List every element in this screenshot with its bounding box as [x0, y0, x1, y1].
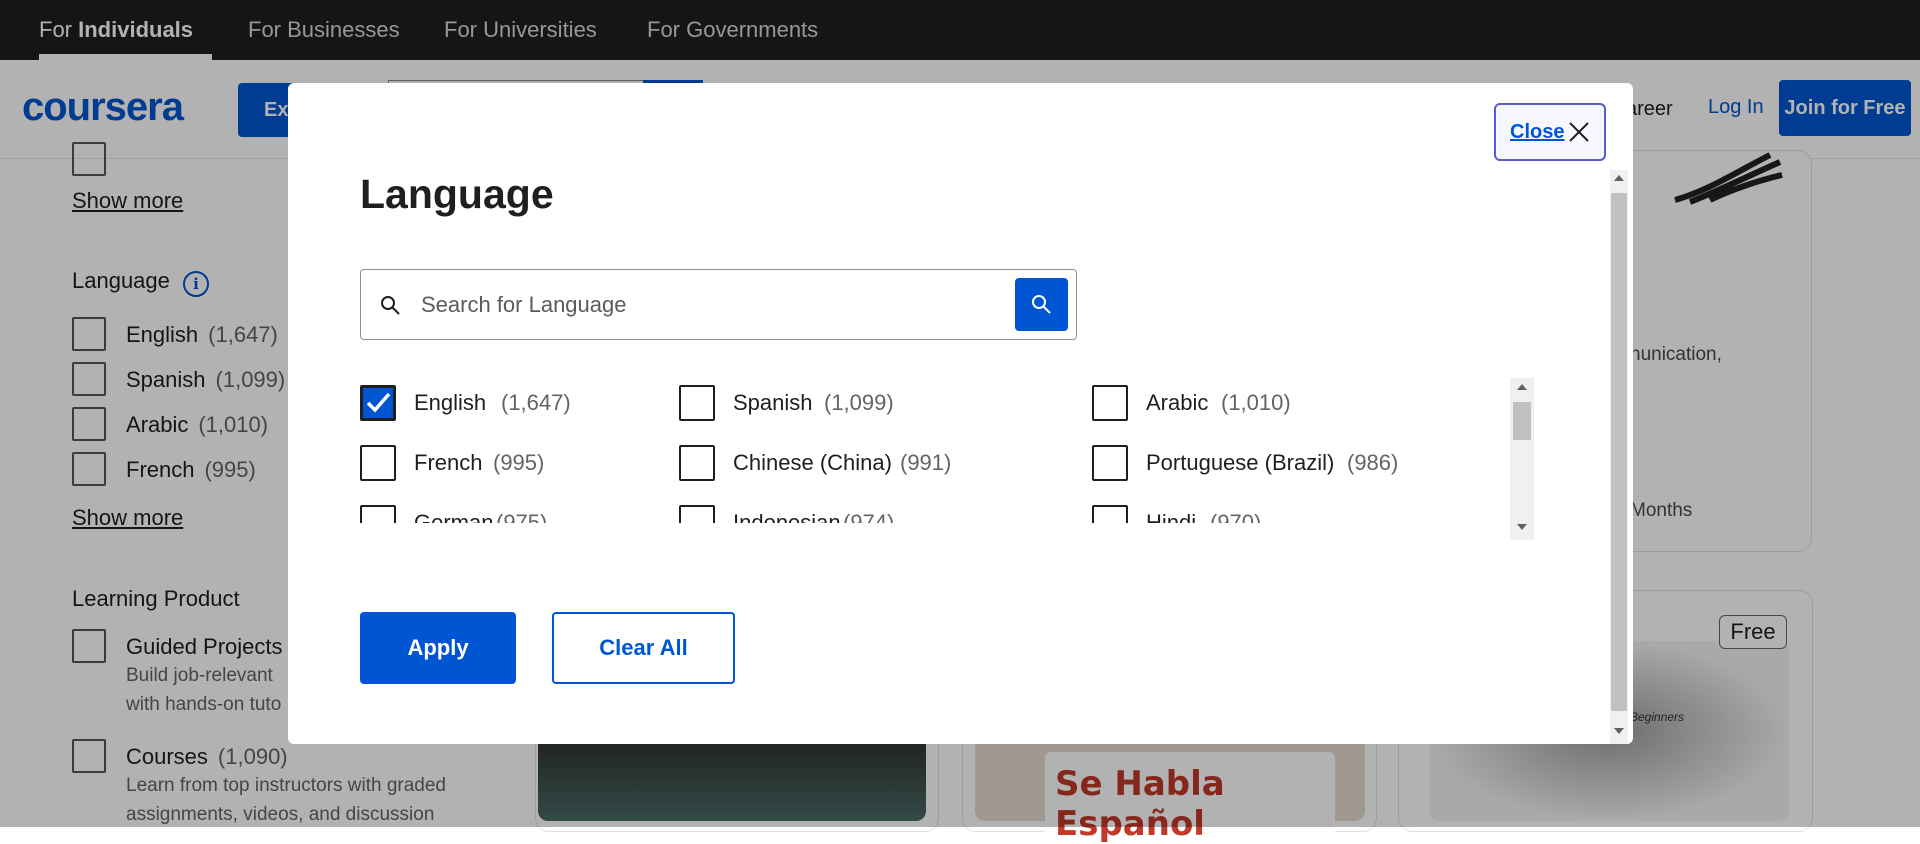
- checkbox[interactable]: [679, 445, 715, 481]
- checkbox[interactable]: [360, 445, 396, 481]
- checkbox[interactable]: [1092, 445, 1128, 481]
- language-filter-modal: Close Language English: [288, 83, 1633, 744]
- language-search-box: [360, 269, 1077, 340]
- language-option-french[interactable]: French (995): [360, 445, 660, 481]
- modal-title: Language: [360, 171, 554, 217]
- checkbox[interactable]: [679, 505, 715, 523]
- options-scrollbar-thumb[interactable]: [1513, 402, 1531, 440]
- search-icon: [1032, 295, 1051, 314]
- option-count: (974): [843, 510, 895, 523]
- language-option-spanish[interactable]: Spanish (1,099): [679, 385, 979, 421]
- language-option-chinese-china[interactable]: Chinese (China) (991): [679, 445, 979, 481]
- language-option-portuguese-brazil[interactable]: Portuguese (Brazil) (986): [1092, 445, 1442, 481]
- clear-all-button[interactable]: Clear All: [552, 612, 735, 684]
- option-count: (986): [1347, 450, 1399, 475]
- option-count: (970): [1210, 510, 1262, 523]
- close-icon: [1569, 122, 1589, 142]
- language-option-german[interactable]: German (975): [360, 505, 660, 523]
- language-option-arabic[interactable]: Arabic (1,010): [1092, 385, 1442, 421]
- check-icon: [366, 392, 391, 413]
- option-count: (1,099): [824, 390, 894, 415]
- option-label: Arabic: [1146, 390, 1209, 415]
- checkbox[interactable]: [679, 385, 715, 421]
- close-button[interactable]: Close: [1494, 103, 1606, 161]
- option-label: Spanish: [733, 390, 813, 415]
- apply-button[interactable]: Apply: [360, 612, 516, 684]
- checkbox[interactable]: [360, 505, 396, 523]
- language-option-hindi[interactable]: Hindi (970): [1092, 505, 1442, 523]
- language-search-input[interactable]: [419, 278, 983, 332]
- option-label: Indonesian: [733, 510, 841, 523]
- checkbox[interactable]: [1092, 505, 1128, 523]
- option-label: English: [414, 390, 487, 415]
- checkbox-checked[interactable]: [360, 385, 396, 421]
- modal-scrollbar-thumb[interactable]: [1611, 193, 1627, 711]
- option-label: Chinese (China): [733, 450, 892, 475]
- search-icon: [381, 296, 400, 315]
- option-count: (1,647): [501, 390, 571, 415]
- option-count: (1,010): [1221, 390, 1291, 415]
- close-label: Close: [1510, 121, 1565, 143]
- option-label: Hindi: [1146, 510, 1197, 523]
- scroll-down-arrow-icon[interactable]: [1614, 728, 1624, 734]
- option-label: German: [414, 510, 494, 523]
- option-count: (995): [493, 450, 545, 475]
- option-label: French: [414, 450, 483, 475]
- scroll-down-arrow-icon[interactable]: [1517, 524, 1527, 530]
- scroll-up-arrow-icon[interactable]: [1614, 175, 1624, 181]
- option-count: (991): [900, 450, 952, 475]
- language-options-list: English (1,647) Spanish (1,099) Arabic (…: [360, 379, 1538, 523]
- language-option-english[interactable]: English (1,647): [360, 385, 660, 421]
- language-option-indonesian[interactable]: Indonesian (974): [679, 505, 979, 523]
- scroll-up-arrow-icon[interactable]: [1517, 384, 1527, 390]
- option-label: Portuguese (Brazil): [1146, 450, 1335, 475]
- option-count: (975): [496, 510, 548, 523]
- checkbox[interactable]: [1092, 385, 1128, 421]
- language-search-button[interactable]: [1015, 278, 1068, 331]
